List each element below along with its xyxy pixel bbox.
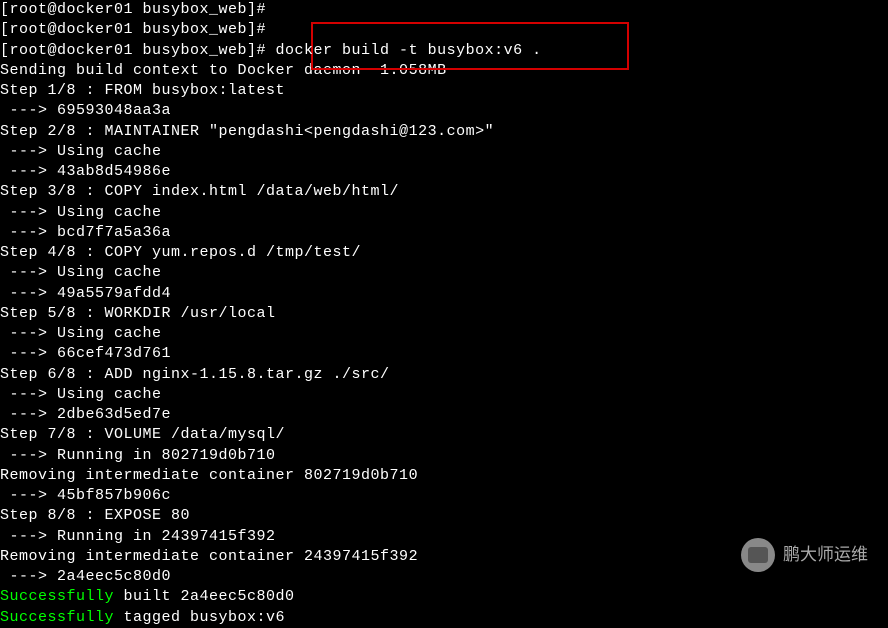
terminal-line: [root@docker01 busybox_web]# [0, 0, 888, 20]
terminal-line: Removing intermediate container 802719d0… [0, 466, 888, 486]
terminal-line: [root@docker01 busybox_web]# [0, 20, 888, 40]
terminal-success-line: Successfully built 2a4eec5c80d0 [0, 587, 888, 607]
success-prefix: Successfully [0, 588, 114, 605]
terminal-line: ---> Running in 802719d0b710 [0, 446, 888, 466]
terminal-line: ---> Using cache [0, 142, 888, 162]
watermark-text: 鹏大师运维 [783, 544, 868, 567]
terminal-output: [root@docker01 busybox_web]# [root@docke… [0, 0, 888, 628]
success-rest: tagged busybox:v6 [114, 609, 285, 626]
watermark: 鹏大师运维 [741, 538, 868, 572]
terminal-line-command: [root@docker01 busybox_web]# docker buil… [0, 41, 888, 61]
success-rest: built 2a4eec5c80d0 [114, 588, 295, 605]
terminal-line: Step 5/8 : WORKDIR /usr/local [0, 304, 888, 324]
terminal-line: Step 6/8 : ADD nginx-1.15.8.tar.gz ./src… [0, 365, 888, 385]
wechat-icon [741, 538, 775, 572]
terminal-line: ---> Using cache [0, 385, 888, 405]
success-prefix: Successfully [0, 609, 114, 626]
terminal-line: Step 4/8 : COPY yum.repos.d /tmp/test/ [0, 243, 888, 263]
terminal-line: Sending build context to Docker daemon 1… [0, 61, 888, 81]
terminal-line: ---> 66cef473d761 [0, 344, 888, 364]
terminal-line: ---> 49a5579afdd4 [0, 284, 888, 304]
terminal-line: ---> 69593048aa3a [0, 101, 888, 121]
terminal-line: Step 3/8 : COPY index.html /data/web/htm… [0, 182, 888, 202]
terminal-line: Step 2/8 : MAINTAINER "pengdashi<pengdas… [0, 122, 888, 142]
terminal-line: ---> Using cache [0, 263, 888, 283]
terminal-line: ---> bcd7f7a5a36a [0, 223, 888, 243]
chat-bubble-icon [747, 546, 769, 564]
terminal-line: ---> 45bf857b906c [0, 486, 888, 506]
terminal-line: Step 1/8 : FROM busybox:latest [0, 81, 888, 101]
terminal-line: ---> 43ab8d54986e [0, 162, 888, 182]
terminal-line: ---> Using cache [0, 324, 888, 344]
terminal-success-line: Successfully tagged busybox:v6 [0, 608, 888, 628]
terminal-line: Step 7/8 : VOLUME /data/mysql/ [0, 425, 888, 445]
terminal-line: ---> 2dbe63d5ed7e [0, 405, 888, 425]
terminal-line: ---> Using cache [0, 203, 888, 223]
terminal-line: Step 8/8 : EXPOSE 80 [0, 506, 888, 526]
